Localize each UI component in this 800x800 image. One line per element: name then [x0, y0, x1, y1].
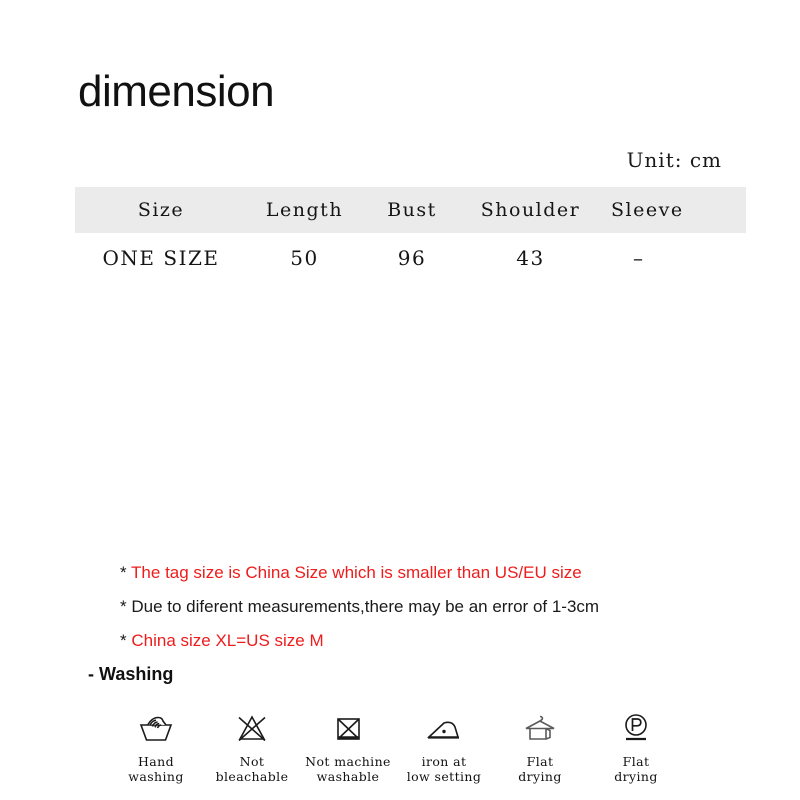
size-table-header: Size Length Bust Shoulder Sleeve — [75, 187, 746, 233]
column-header-shoulder: Shoulder — [480, 199, 581, 221]
note-text: Due to diferent measurements,there may b… — [131, 597, 600, 616]
column-header-bust: Bust — [387, 199, 437, 221]
care-symbol-label: Flat drying — [518, 754, 562, 784]
column-header-sleeve: Sleeve — [611, 199, 684, 221]
care-symbol-label: Not bleachable — [215, 754, 289, 784]
washing-section-heading: - Washing — [88, 664, 174, 684]
care-symbol-not-bleachable: Not bleachable — [204, 708, 300, 784]
care-symbol-label: iron at low setting — [406, 754, 482, 784]
note-star: * — [120, 631, 127, 650]
hand-washing-icon — [137, 708, 175, 748]
not-machine-washable-icon — [329, 708, 367, 748]
care-symbol-label: Not machine washable — [305, 754, 391, 784]
note-line: * China size XL=US size M — [120, 624, 740, 658]
note-star: * — [120, 563, 127, 582]
column-header-size: Size — [137, 199, 185, 221]
flat-drying-hanger-icon — [520, 708, 560, 748]
not-bleachable-icon — [233, 708, 271, 748]
notes-list: * The tag size is China Size which is sm… — [120, 556, 740, 658]
page-title: dimension — [78, 67, 275, 116]
note-text: China size XL=US size M — [131, 631, 324, 650]
note-line: * Due to diferent measurements,there may… — [120, 590, 740, 624]
cell-shoulder: 43 — [516, 246, 545, 270]
cell-length: 50 — [290, 246, 319, 270]
cell-sleeve: – — [633, 246, 645, 270]
care-symbol-not-machine-washable: Not machine washable — [300, 708, 396, 784]
dry-clean-p-icon — [617, 708, 655, 748]
iron-low-setting-icon — [424, 708, 464, 748]
table-row: ONE SIZE 50 96 43 – — [75, 233, 746, 283]
table-header-row: Size Length Bust Shoulder Sleeve — [75, 187, 746, 233]
care-symbol-hand-washing: Hand washing — [108, 708, 204, 784]
care-symbols-row: Hand washing Not bleachable Not machine … — [108, 708, 688, 784]
care-symbol-dry-clean-p: Flat drying — [588, 708, 684, 784]
column-header-length: Length — [265, 199, 344, 221]
care-symbol-label: Hand washing — [128, 754, 184, 784]
note-text: The tag size is China Size which is smal… — [131, 563, 582, 582]
care-symbol-label: Flat drying — [614, 754, 658, 784]
note-line: * The tag size is China Size which is sm… — [120, 556, 740, 590]
size-table-body: ONE SIZE 50 96 43 – — [75, 233, 746, 283]
size-table: Size Length Bust Shoulder Sleeve ONE SIZ… — [75, 187, 746, 283]
cell-size: ONE SIZE — [102, 246, 220, 270]
cell-bust: 96 — [397, 246, 427, 270]
care-symbol-flat-drying-hanger: Flat drying — [492, 708, 588, 784]
care-symbol-iron-low-setting: iron at low setting — [396, 708, 492, 784]
unit-label: Unit: cm — [626, 148, 722, 172]
note-star: * — [120, 597, 127, 616]
